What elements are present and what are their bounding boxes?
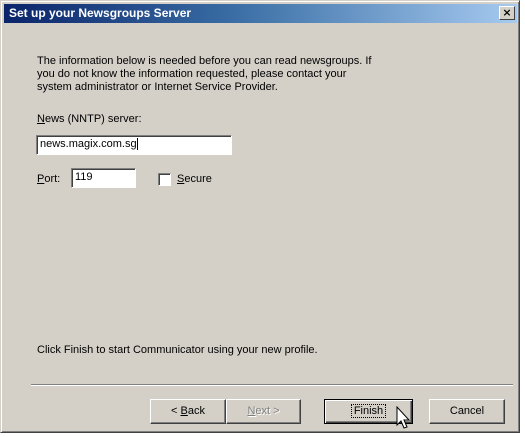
mouse-pointer-icon bbox=[396, 406, 411, 429]
focus-rectangle: Finish bbox=[350, 404, 387, 418]
next-button[interactable]: Next > bbox=[226, 399, 301, 424]
intro-line: The information below is needed before y… bbox=[37, 55, 372, 67]
back-button[interactable]: < Back bbox=[150, 399, 226, 424]
title-bar[interactable]: Set up your Newsgroups Server × bbox=[4, 4, 517, 23]
window-title: Set up your Newsgroups Server bbox=[9, 6, 192, 20]
intro-text: The information below is needed before y… bbox=[37, 55, 457, 94]
port-label: Port: bbox=[37, 173, 61, 185]
news-server-input[interactable]: news.magix.com.sg bbox=[36, 135, 232, 155]
cancel-button[interactable]: Cancel bbox=[429, 399, 505, 424]
button-separator bbox=[31, 384, 513, 386]
secure-checkbox[interactable] bbox=[158, 173, 171, 186]
intro-line: you do not know the information requeste… bbox=[37, 68, 347, 80]
intro-line: system administrator or Internet Service… bbox=[37, 81, 278, 93]
dialog-window: Set up your Newsgroups Server × The info… bbox=[0, 0, 520, 433]
news-server-label: News (NNTP) server: bbox=[37, 113, 142, 125]
close-icon: × bbox=[502, 6, 512, 19]
text-caret bbox=[136, 138, 138, 151]
finish-instruction: Click Finish to start Communicator using… bbox=[37, 344, 318, 356]
secure-label[interactable]: Secure bbox=[177, 173, 212, 186]
port-input[interactable]: 119 bbox=[71, 168, 136, 188]
close-button[interactable]: × bbox=[499, 6, 515, 20]
